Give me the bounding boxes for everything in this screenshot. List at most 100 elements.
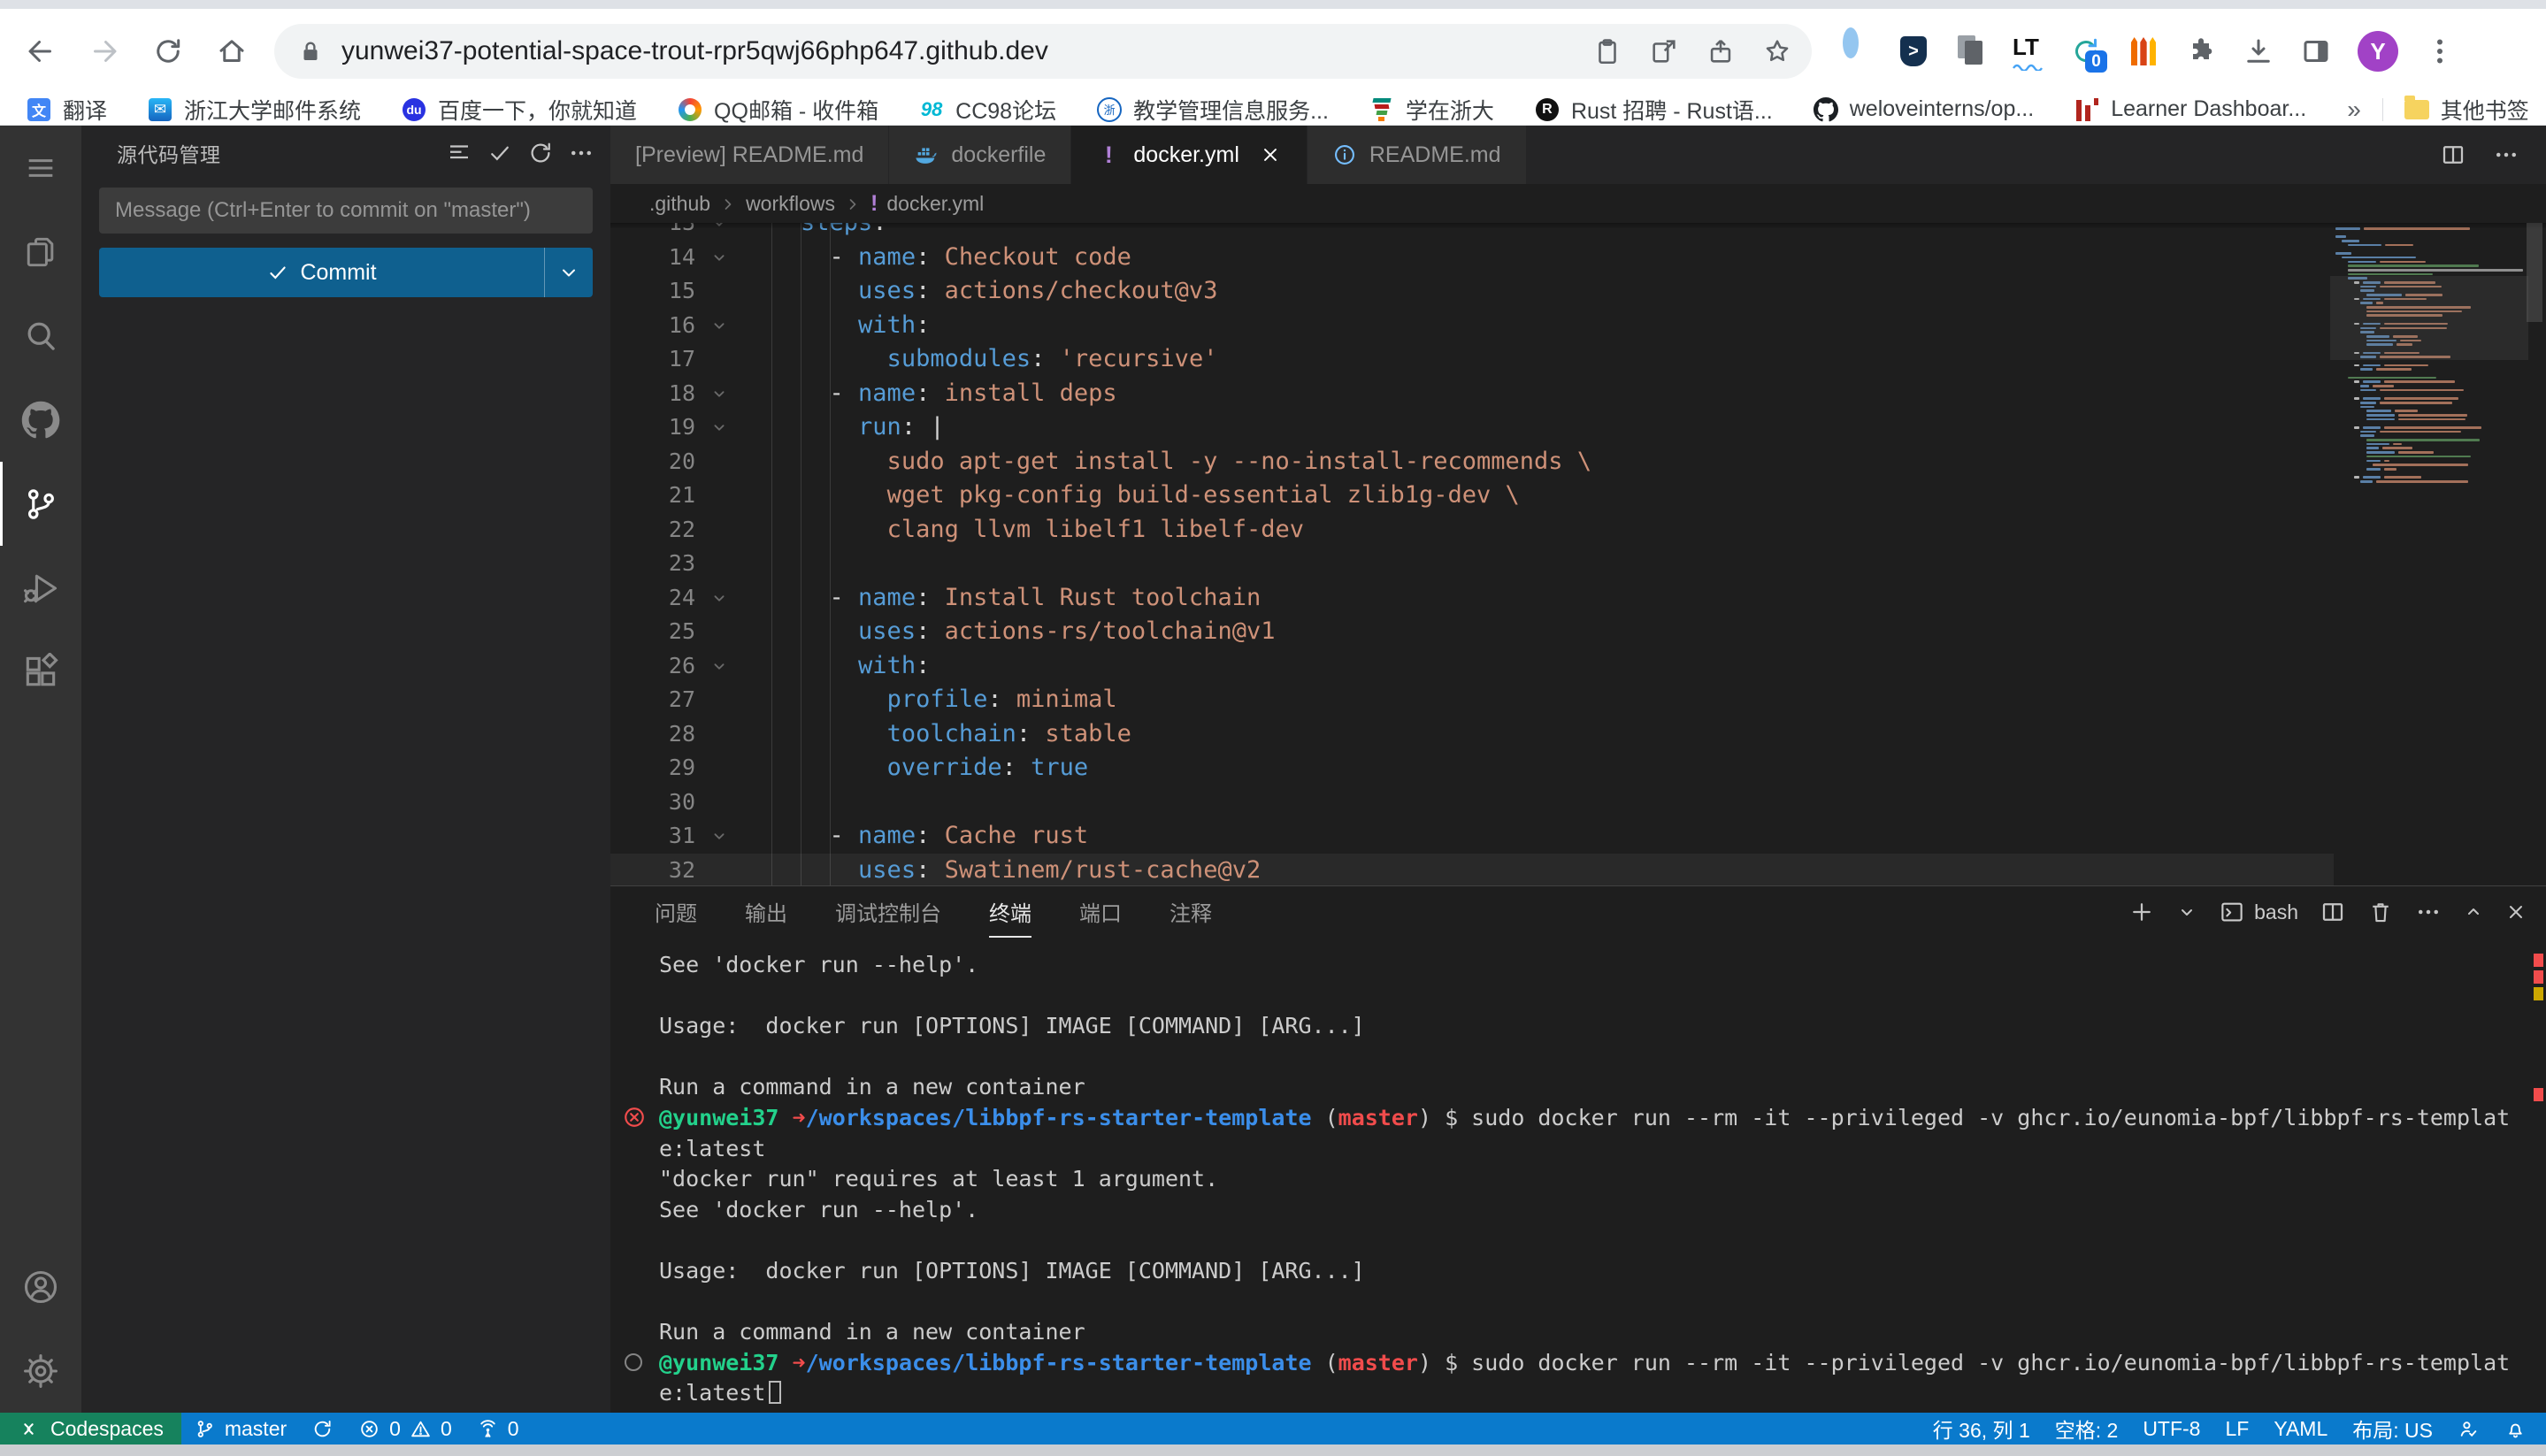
feedback-button[interactable] — [2445, 1413, 2492, 1445]
home-button[interactable] — [211, 30, 253, 73]
bookmark-translate[interactable]: 文翻译 — [27, 94, 107, 126]
panel-more-actions-icon[interactable] — [2415, 899, 2442, 925]
terminal-instance[interactable]: bash — [2219, 899, 2298, 925]
close-panel-icon[interactable] — [2505, 901, 2527, 923]
code-line[interactable]: 20 sudo apt-get install -y --no-install-… — [610, 445, 2334, 479]
fold-chevron-icon[interactable] — [695, 410, 743, 445]
code-line[interactable]: 28 toolchain: stable — [610, 717, 2334, 752]
editor-more-actions-icon[interactable] — [2493, 142, 2519, 168]
bookmark-qqmail[interactable]: QQ邮箱 - 收件箱 — [678, 94, 878, 126]
language-mode[interactable]: YAML — [2261, 1413, 2340, 1445]
extension-icon-pages[interactable] — [1955, 35, 1987, 67]
bookmark-zju-mail[interactable]: ✉浙江大学邮件系统 — [148, 94, 361, 126]
commit-message-input[interactable] — [99, 188, 593, 234]
terminal-dropdown-icon[interactable] — [2176, 901, 2197, 923]
commit-button[interactable]: Commit — [99, 248, 593, 297]
tab-dockerfile[interactable]: dockerfile — [889, 126, 1071, 184]
settings-gear-icon[interactable] — [0, 1329, 81, 1413]
code-line[interactable]: 29 override: true — [610, 751, 2334, 785]
panel-tab-问题[interactable]: 问题 — [655, 886, 697, 938]
github-icon[interactable] — [0, 378, 81, 462]
sync-changes[interactable] — [299, 1413, 346, 1445]
run-debug-icon[interactable] — [0, 546, 81, 630]
bookmark-github[interactable]: weloveinterns/op... — [1814, 96, 2034, 122]
fold-chevron-icon[interactable] — [695, 241, 743, 275]
code-line[interactable]: 25 uses: actions-rs/toolchain@v1 — [610, 615, 2334, 649]
more-actions-icon[interactable] — [568, 140, 594, 166]
fold-chevron-icon[interactable] — [695, 377, 743, 411]
fold-chevron-icon[interactable] — [695, 581, 743, 616]
extension-icon-pencils[interactable] — [2128, 35, 2159, 67]
source-control-icon[interactable] — [0, 462, 81, 546]
code-line[interactable]: 14 - name: Checkout code — [610, 241, 2334, 275]
extension-icon-sync[interactable]: 0 — [2070, 35, 2102, 67]
bookmark-learner[interactable]: Learner Dashboar... — [2074, 96, 2306, 122]
code-editor[interactable]: 13 steps:14 - name: Checkout code15 uses… — [610, 223, 2546, 885]
code-line[interactable]: 23 — [610, 547, 2334, 581]
code-line[interactable]: 30 — [610, 785, 2334, 820]
extension-icon-blue-ring[interactable] — [1840, 35, 1872, 67]
code-line[interactable]: 17 submodules: 'recursive' — [610, 342, 2334, 377]
panel-tab-注释[interactable]: 注释 — [1169, 886, 1212, 938]
code-line[interactable]: 31 - name: Cache rust — [610, 819, 2334, 854]
bookmark-zju-edu[interactable]: 浙教学管理信息服务... — [1097, 94, 1329, 126]
extension-icon-languagetool[interactable]: LT — [2013, 35, 2044, 67]
ports-indicator[interactable]: 0 — [464, 1413, 532, 1445]
split-editor-icon[interactable] — [2440, 142, 2466, 168]
browser-avatar[interactable]: Y — [2358, 31, 2398, 72]
new-terminal-icon[interactable] — [2128, 899, 2155, 925]
maximize-panel-icon[interactable] — [2463, 901, 2484, 923]
indentation[interactable]: 空格: 2 — [2043, 1413, 2131, 1445]
branch-indicator[interactable]: master — [181, 1413, 299, 1445]
tab-readme.md[interactable]: README.md — [1308, 126, 1527, 184]
panel-tab-输出[interactable]: 输出 — [745, 886, 787, 938]
bookmark-cc98[interactable]: 98CC98论坛 — [919, 94, 1056, 126]
extensions-puzzle-icon[interactable] — [2185, 35, 2217, 67]
extension-icon-shield[interactable]: > — [1898, 35, 1929, 67]
refresh-icon[interactable] — [527, 140, 554, 166]
open-in-window-icon[interactable] — [1649, 36, 1679, 66]
cursor-position[interactable]: 行 36, 列 1 — [1921, 1413, 2043, 1445]
downloads-icon[interactable] — [2243, 35, 2274, 67]
breadcrumb-item[interactable]: workflows — [746, 192, 835, 216]
tab--preview-readme.md[interactable]: [Preview] README.md — [610, 126, 889, 184]
search-icon[interactable] — [0, 294, 81, 378]
refresh-button[interactable] — [147, 30, 189, 73]
browser-menu-icon[interactable] — [2424, 35, 2456, 67]
code-line[interactable]: 19 run: | — [610, 410, 2334, 445]
breadcrumb-item[interactable]: docker.yml — [886, 192, 984, 216]
editor-scrollbar[interactable] — [2523, 223, 2546, 885]
tab-docker.yml[interactable]: !docker.yml — [1071, 126, 1307, 184]
bookmark-xzzd[interactable]: 学在浙大 — [1369, 94, 1494, 126]
panel-tab-终端[interactable]: 终端 — [989, 886, 1031, 938]
split-terminal-icon[interactable] — [2320, 899, 2346, 925]
breadcrumb[interactable]: .githubworkflows!docker.yml — [610, 184, 2546, 223]
bookmark-rust[interactable]: RRust 招聘 - Rust语... — [1535, 94, 1773, 126]
bookmark-star-icon[interactable] — [1762, 36, 1792, 66]
minimap-viewport[interactable] — [2330, 276, 2528, 360]
encoding[interactable]: UTF-8 — [2130, 1413, 2212, 1445]
scrollbar-slider[interactable] — [2527, 223, 2542, 322]
sidebar-toggle-icon[interactable] — [2300, 35, 2332, 67]
bookmark-baidu[interactable]: du百度一下，你就知道 — [402, 94, 637, 126]
close-icon[interactable] — [1259, 143, 1282, 166]
problems-indicator[interactable]: 0 0 — [346, 1413, 464, 1445]
code-line[interactable]: 26 with: — [610, 649, 2334, 684]
code-line[interactable]: 13 steps: — [610, 223, 2334, 241]
explorer-icon[interactable] — [0, 210, 81, 294]
back-button[interactable] — [19, 30, 62, 73]
keyboard-layout[interactable]: 布局: US — [2340, 1413, 2445, 1445]
breadcrumb-item[interactable]: .github — [649, 192, 710, 216]
eol-sequence[interactable]: LF — [2212, 1413, 2261, 1445]
menu-icon[interactable] — [0, 126, 81, 210]
panel-tab-调试控制台[interactable]: 调试控制台 — [835, 886, 941, 938]
fold-chevron-icon[interactable] — [695, 223, 743, 241]
panel-tab-端口[interactable]: 端口 — [1079, 886, 1122, 938]
bookmarks-overflow-chevron[interactable]: » — [2347, 96, 2361, 124]
commit-dropdown[interactable] — [544, 248, 593, 297]
forward-button[interactable] — [83, 30, 126, 73]
code-line[interactable]: 18 - name: install deps — [610, 377, 2334, 411]
view-as-list-icon[interactable] — [446, 140, 472, 166]
code-line[interactable]: 24 - name: Install Rust toolchain — [610, 581, 2334, 616]
code-line[interactable]: 27 profile: minimal — [610, 683, 2334, 717]
